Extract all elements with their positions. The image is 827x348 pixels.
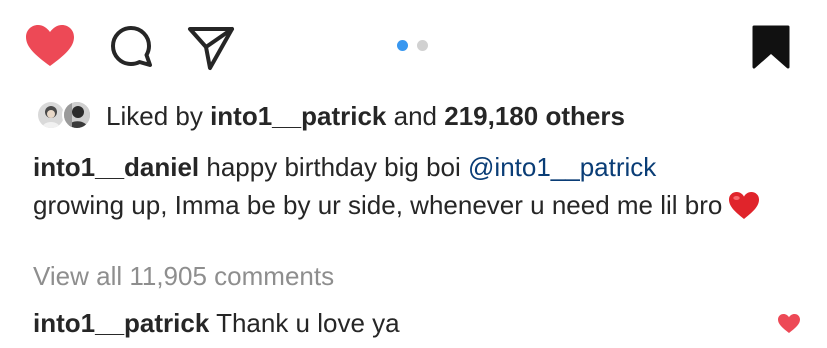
carousel-dot xyxy=(417,40,428,51)
red-heart-emoji-icon xyxy=(728,191,760,230)
post-caption: into1__daniel happy birthday big boi @in… xyxy=(33,148,793,230)
save-bookmark-icon[interactable] xyxy=(752,25,790,74)
carousel-dot-active xyxy=(397,40,408,51)
caption-text-rest: growing up, Imma be by ur side, whenever… xyxy=(33,190,723,220)
likes-prefix: Liked by xyxy=(106,101,203,131)
liker-username-link[interactable]: into1__patrick xyxy=(210,101,386,131)
caption-mention-link[interactable]: @into1__patrick xyxy=(468,152,656,182)
carousel-indicator xyxy=(397,40,433,52)
comment-like-heart-icon[interactable] xyxy=(777,313,801,339)
liker-avatar[interactable] xyxy=(62,100,92,130)
caption-author-link[interactable]: into1__daniel xyxy=(33,152,199,182)
comment-text: Thank u love ya xyxy=(216,308,400,338)
comment-bubble-icon[interactable] xyxy=(110,25,156,76)
post-action-bar xyxy=(0,0,827,95)
likes-count-link[interactable]: 219,180 others xyxy=(444,101,625,131)
likes-conjunction: and xyxy=(393,101,437,131)
share-paper-plane-icon[interactable] xyxy=(187,25,235,76)
likes-summary: Liked by into1__patrick and 219,180 othe… xyxy=(106,100,625,132)
view-all-comments-link[interactable]: View all 11,905 comments xyxy=(33,260,334,292)
comment-row: into1__patrick Thank u love ya xyxy=(33,307,400,339)
comment-author-link[interactable]: into1__patrick xyxy=(33,308,209,338)
like-heart-icon[interactable] xyxy=(25,24,75,73)
caption-text-start: happy birthday big boi xyxy=(206,152,461,182)
